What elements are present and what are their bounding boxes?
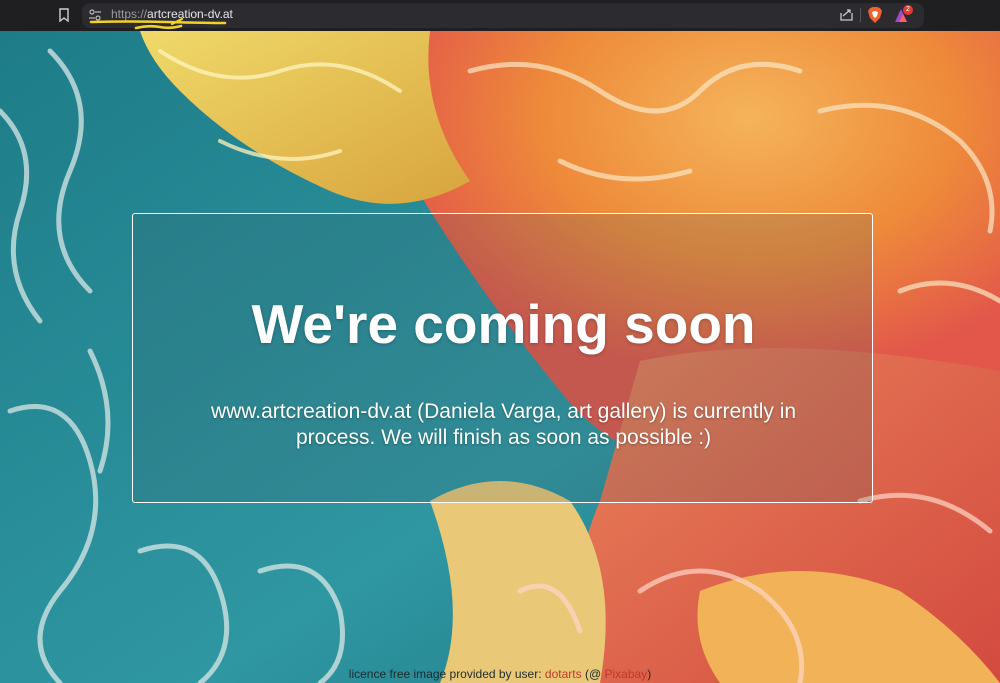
image-credit: licence free image provided by user: dot… <box>0 666 1000 682</box>
brave-shield-icon[interactable] <box>867 6 883 24</box>
credit-paren-close: ) <box>647 667 652 681</box>
rewards-badge: 2 <box>903 5 913 15</box>
page-title: We're coming soon <box>251 293 756 355</box>
credit-prefix: licence free image provided by user: <box>348 667 542 681</box>
credit-site-prefix: @ <box>588 667 602 681</box>
credit-user-link[interactable]: dotarts <box>545 667 582 681</box>
share-icon[interactable] <box>839 7 854 22</box>
bookmark-icon[interactable] <box>57 7 71 23</box>
coming-soon-panel: We're coming soon www.artcreation-dv.at … <box>132 213 873 503</box>
status-message: www.artcreation-dv.at (Daniela Varga, ar… <box>210 400 797 449</box>
toolbar-divider <box>860 8 861 22</box>
credit-site-link[interactable]: Pixabay <box>604 667 647 681</box>
